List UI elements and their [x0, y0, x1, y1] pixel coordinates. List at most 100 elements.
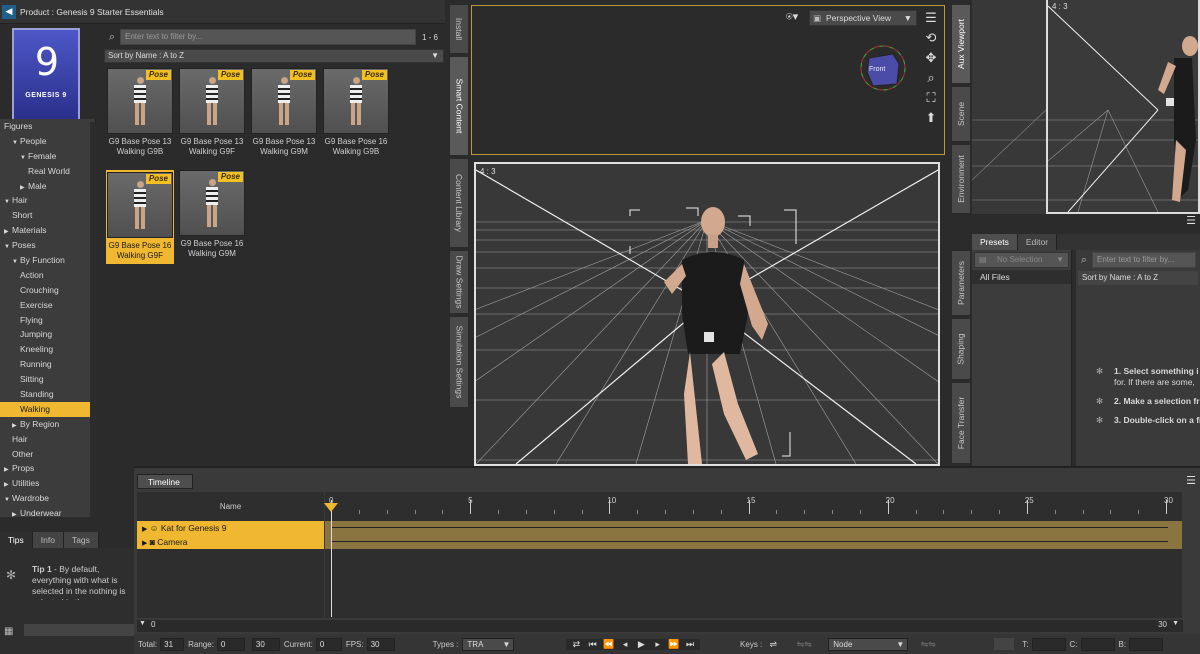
tab-face-transfer[interactable]: Face Transfer [951, 382, 971, 464]
tab-install[interactable]: Install [449, 4, 469, 54]
tree-item[interactable]: ▶ Materials [0, 223, 95, 238]
arrow-left-icon[interactable]: ◀ [2, 4, 16, 19]
chevron-right-icon[interactable]: ▶ [142, 540, 147, 547]
timeline-track-area[interactable] [325, 492, 1182, 618]
tab-environment[interactable]: Environment [951, 144, 971, 214]
tree-item[interactable]: Exercise [0, 298, 95, 313]
content-filter-input[interactable]: Enter text to filter by... [120, 29, 416, 45]
tab-presets[interactable]: Presets [972, 234, 1018, 250]
tree-item[interactable]: Sitting [0, 372, 95, 387]
range-right-arrow-icon[interactable]: ▼ [1172, 620, 1179, 627]
tab-tips[interactable]: Tips [0, 532, 33, 548]
orbit-icon[interactable]: ⟲ [922, 30, 940, 46]
node-select[interactable]: Node ▼ [828, 637, 909, 651]
camera-icon[interactable]: ⍟▾ [786, 10, 798, 24]
tree-item[interactable]: Flying [0, 313, 95, 328]
add-key-icon[interactable]: ⇌ [762, 639, 784, 650]
tree-item[interactable]: Other [0, 447, 95, 462]
chevron-down-icon[interactable]: ▼ [12, 255, 20, 270]
tree-item[interactable]: Real World [0, 164, 95, 179]
current-field[interactable]: 0 [315, 637, 342, 651]
play-icon[interactable]: ▶ [634, 639, 648, 650]
next-key-icon[interactable]: ⏩ [667, 639, 681, 650]
clapper-icon[interactable]: ▦ [4, 626, 13, 637]
skip-end-icon[interactable]: ⏭ [683, 639, 697, 650]
perspective-view-select[interactable]: ▣ Perspective View ▼ [809, 10, 917, 26]
tree-item[interactable]: Figures [0, 119, 95, 134]
range-left-arrow-icon[interactable]: ▼ [139, 620, 146, 627]
chevron-right-icon[interactable]: ▶ [12, 508, 20, 517]
types-select[interactable]: TRA ▼ [462, 637, 515, 651]
tree-item[interactable]: Action [0, 268, 95, 283]
prev-frame-icon[interactable]: ◂ [618, 639, 632, 650]
pose-thumbnail[interactable]: Pose G9 Base Pose 13 Walking G9F [178, 68, 246, 157]
playhead-marker-icon[interactable] [324, 503, 338, 512]
tree-item[interactable]: Hair [0, 432, 95, 447]
timeline-playhead[interactable] [331, 505, 332, 617]
tree-item[interactable]: Standing [0, 387, 95, 402]
chevron-down-icon[interactable]: ▼ [4, 493, 12, 508]
chevron-down-icon[interactable]: ▼ [12, 136, 20, 151]
view-cube[interactable]: Front [857, 42, 909, 94]
tab-info[interactable]: Info [32, 532, 64, 548]
pose-thumbnail[interactable]: Pose G9 Base Pose 16 Walking G9B [322, 68, 390, 157]
timeline-range-bar[interactable]: 0 30 ▼ ▼ [137, 620, 1183, 632]
timeline-row-name[interactable]: ▶ ☺ Kat for Genesis 9 [137, 521, 324, 535]
home-icon[interactable]: ⬆ [922, 110, 940, 126]
tree-item[interactable]: ▶ Underwear [0, 506, 95, 517]
tab-scene[interactable]: Scene [951, 86, 971, 142]
tree-item[interactable]: Running [0, 357, 95, 372]
tab-shaping[interactable]: Shaping [951, 318, 971, 380]
tips-scrollbar[interactable] [24, 624, 134, 636]
search-icon[interactable]: ⌕ [104, 29, 120, 45]
timeline-row-track[interactable] [325, 521, 1182, 535]
pose-thumbnail[interactable]: Pose G9 Base Pose 16 Walking G9M [178, 170, 246, 259]
tree-item[interactable]: ▶ By Region [0, 417, 95, 432]
tab-parameters[interactable]: Parameters [951, 250, 971, 316]
tab-editor[interactable]: Editor [1017, 234, 1058, 250]
presets-selection-select[interactable]: ▤ No Selection ▼ [974, 252, 1069, 268]
presets-sort[interactable]: Sort by Name : A to Z [1078, 271, 1198, 285]
prev-key-icon[interactable]: ⏪ [602, 639, 616, 650]
tab-aux-viewport[interactable]: Aux Viewport [951, 4, 971, 84]
tree-item[interactable]: Crouching [0, 283, 95, 298]
pose-thumbnail[interactable]: Pose G9 Base Pose 16 Walking G9F [106, 170, 174, 264]
frame-icon[interactable]: ⛶ [922, 90, 940, 106]
aux-viewport-menu-icon[interactable]: ☰ [1182, 214, 1200, 234]
aux-viewport[interactable]: 4 : 3 [1046, 0, 1200, 214]
interpolation-icon[interactable]: ⇋⇋ [908, 639, 948, 650]
tab-timeline[interactable]: Timeline [137, 474, 193, 489]
pose-thumbnail[interactable]: Pose G9 Base Pose 13 Walking G9B [106, 68, 174, 157]
pose-thumbnail[interactable]: Pose G9 Base Pose 13 Walking G9M [250, 68, 318, 157]
timeline-row-name[interactable]: ▶ ◙ Camera [137, 535, 324, 549]
tab-tags[interactable]: Tags [63, 532, 99, 548]
zoom-icon[interactable]: ⌕ [922, 70, 940, 86]
total-field[interactable]: 31 [160, 637, 185, 651]
tree-item[interactable]: ▶ Utilities [0, 476, 95, 491]
tab-simulation-settings[interactable]: Simulation Settings [449, 316, 469, 408]
next-frame-icon[interactable]: ▸ [651, 639, 665, 650]
viewport-menu-icon[interactable]: ☰ [922, 10, 940, 26]
range-start-field[interactable]: 0 [216, 637, 245, 651]
timeline-row-track[interactable] [325, 535, 1182, 549]
tab-draw-settings[interactable]: Draw Settings [449, 250, 469, 314]
main-viewport[interactable]: 4 : 3 [474, 162, 940, 466]
chevron-right-icon[interactable]: ▶ [142, 526, 147, 533]
tree-scrollbar[interactable] [90, 122, 96, 520]
tab-content-library[interactable]: Content Library [449, 158, 469, 248]
tree-item[interactable]: Kneeling [0, 342, 95, 357]
tree-item[interactable]: ▶ Male [0, 179, 95, 194]
tree-item[interactable]: Jumping [0, 327, 95, 342]
tree-item[interactable]: ▼ People [0, 134, 95, 149]
tab-smart-content[interactable]: Smart Content [449, 56, 469, 156]
presets-filter-input[interactable]: Enter text to filter by... [1092, 252, 1196, 268]
timeline-menu-icon[interactable]: ☰ [1182, 474, 1200, 488]
b-field[interactable] [1129, 637, 1164, 651]
t-field[interactable] [1031, 637, 1066, 651]
tree-item[interactable]: ▼ Poses [0, 238, 95, 253]
key-mode-button[interactable] [994, 638, 1015, 650]
sort-select[interactable]: Sort by Name : A to Z ▼ [104, 49, 444, 63]
chevron-down-icon[interactable]: ▼ [4, 240, 12, 255]
tree-item[interactable]: ▼ Hair [0, 193, 95, 208]
pan-icon[interactable]: ✥ [922, 50, 940, 66]
